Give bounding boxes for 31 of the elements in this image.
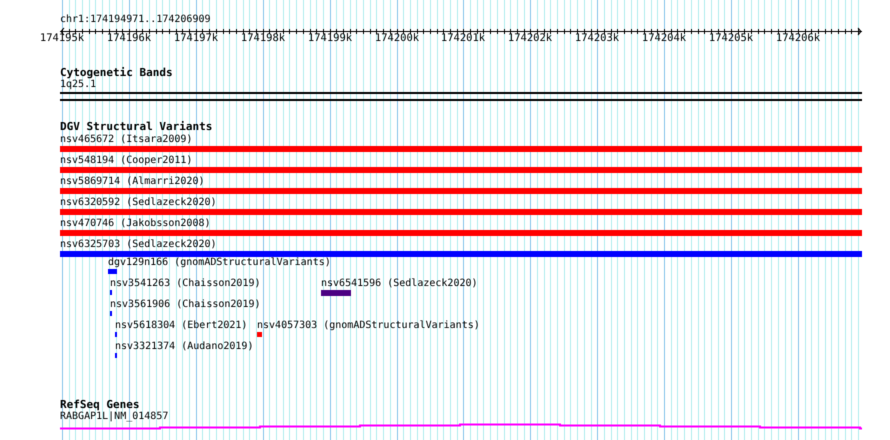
variant-label: nsv6325703 (Sedlazeck2020) bbox=[60, 239, 217, 250]
tick-label: 174199k bbox=[308, 33, 352, 44]
tick-label: 174200k bbox=[374, 33, 420, 44]
tick-label: 174196k bbox=[106, 33, 152, 44]
tick-label: 174202k bbox=[508, 33, 552, 44]
tick-label: 174197k bbox=[174, 33, 218, 44]
track-title: RefSeq Genes bbox=[60, 399, 140, 410]
tick-label: 174198k bbox=[240, 33, 286, 44]
tick-label: 174206k bbox=[776, 33, 820, 44]
variant-label: nsv3321374 (Audano2019) bbox=[115, 341, 254, 352]
location-label: chr1:174194971..174206909 bbox=[60, 14, 211, 25]
variant-label: nsv3541263 (Chaisson2019) bbox=[110, 278, 261, 289]
tick-label: 174203k bbox=[574, 33, 620, 44]
gene-label: RABGAP1L|NM_014857 bbox=[60, 411, 168, 422]
tick-label: 174204k bbox=[642, 33, 686, 44]
variant-label: dgv129n166 (gnomADStructuralVariants) bbox=[108, 257, 331, 268]
tick-label: 174201k bbox=[440, 33, 486, 44]
variant-label: nsv6541596 (Sedlazeck2020) bbox=[321, 278, 478, 289]
variant-label: nsv5618304 (Ebert2021) bbox=[115, 320, 248, 331]
variant-label: nsv5869714 (Almarri2020) bbox=[60, 176, 204, 187]
variant-label: nsv548194 (Cooper2011) bbox=[60, 155, 192, 166]
band-label: 1q25.1 bbox=[60, 79, 96, 90]
track-title: DGV Structural Variants bbox=[60, 121, 212, 132]
variant-label: nsv3561906 (Chaisson2019) bbox=[110, 299, 261, 310]
variant-label: nsv470746 (Jakobsson2008) bbox=[60, 218, 211, 229]
variant-label: nsv4057303 (gnomADStructuralVariants) bbox=[257, 320, 480, 331]
tick-label: 174205k bbox=[708, 33, 754, 44]
tick-label: 174195k bbox=[40, 33, 84, 44]
variant-label: nsv6320592 (Sedlazeck2020) bbox=[60, 197, 217, 208]
variant-label: nsv465672 (Itsara2009) bbox=[60, 134, 192, 145]
track-title: Cytogenetic Bands bbox=[60, 67, 173, 78]
